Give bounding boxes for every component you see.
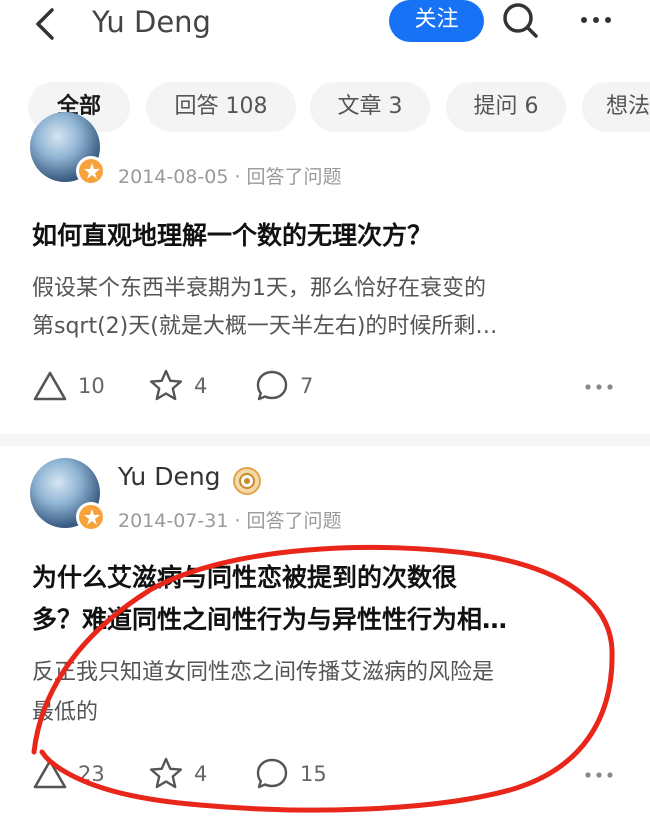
tab-thoughts[interactable]: 想法 [582, 82, 650, 132]
avatar[interactable] [30, 458, 106, 532]
tab-answers[interactable]: 回答 108 [146, 82, 296, 132]
answer-excerpt-line[interactable]: 第sqrt(2)天(就是大概一天半左右)的时候所剩… [32, 308, 622, 346]
top-bar: Yu Deng 关注 [0, 0, 650, 66]
like-count: 23 [78, 762, 105, 786]
like-triangle-icon [33, 759, 67, 789]
tab-articles[interactable]: 文章 3 [310, 82, 430, 132]
like-triangle-icon [33, 371, 67, 401]
favorite-count: 4 [194, 762, 208, 786]
question-title-line[interactable]: 多？难道同性之间性行为与异性性行为相… [32, 600, 632, 640]
answer-excerpt-line[interactable]: 假设某个东西半衰期为1天，那么恰好在衰变的 [32, 270, 622, 308]
back-arrow-icon[interactable] [26, 4, 66, 44]
profile-title: Yu Deng [92, 5, 211, 39]
comment-count: 15 [300, 762, 327, 786]
search-icon[interactable] [500, 0, 540, 40]
author-name[interactable]: Yu Deng [118, 462, 221, 491]
medal-badge-icon [233, 467, 261, 495]
like-count: 10 [78, 374, 105, 398]
item-meta: 2014-08-05 · 回答了问题 [118, 166, 342, 188]
favorite-button[interactable]: 4 [148, 368, 248, 404]
comment-button[interactable]: 7 [254, 368, 354, 404]
item-meta: 2014-07-31 · 回答了问题 [118, 510, 342, 532]
star-icon [150, 369, 182, 401]
favorite-button[interactable]: 4 [148, 756, 248, 792]
avatar[interactable] [30, 112, 106, 186]
star-icon [150, 757, 182, 789]
verified-badge-icon [76, 156, 106, 186]
tab-questions[interactable]: 提问 6 [446, 82, 566, 132]
favorite-count: 4 [194, 374, 208, 398]
like-button[interactable]: 10 [32, 368, 132, 404]
feed-item[interactable]: Yu Deng 2014-07-31 · 回答了问题 为什么艾滋病与同性恋被提到… [0, 446, 650, 832]
answer-excerpt-line[interactable]: 最低的 [32, 694, 622, 732]
more-icon[interactable] [584, 770, 614, 780]
comment-button[interactable]: 15 [254, 756, 354, 792]
verified-badge-icon [76, 502, 106, 532]
answer-excerpt-line[interactable]: 反正我只知道女同性恋之间传播艾滋病的风险是 [32, 654, 622, 692]
comment-bubble-icon [256, 370, 288, 401]
comment-count: 7 [300, 374, 314, 398]
more-icon[interactable] [578, 2, 614, 38]
like-button[interactable]: 23 [32, 756, 132, 792]
question-title[interactable]: 如何直观地理解一个数的无理次方？ [32, 216, 632, 256]
more-icon[interactable] [584, 382, 614, 392]
question-title-line[interactable]: 为什么艾滋病与同性恋被提到的次数很 [32, 558, 632, 598]
feed-item[interactable]: 2014-08-05 · 回答了问题 如何直观地理解一个数的无理次方？ 假设某个… [0, 112, 650, 434]
comment-bubble-icon [256, 758, 288, 789]
follow-button[interactable]: 关注 [389, 0, 484, 42]
